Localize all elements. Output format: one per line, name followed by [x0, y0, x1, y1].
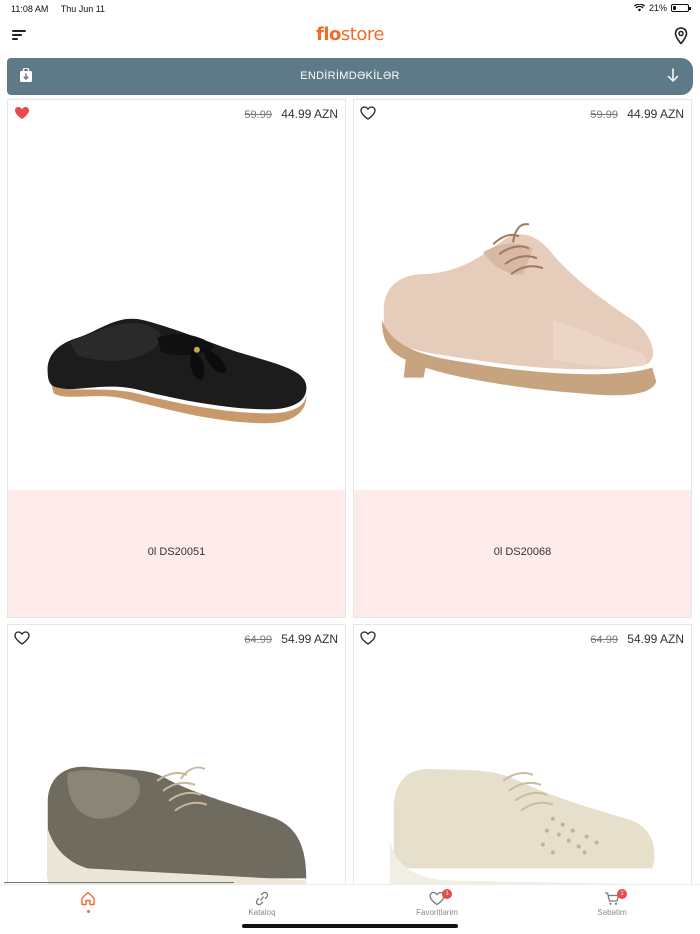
- flostore-logo[interactable]: flostore: [0, 24, 700, 45]
- current-price: 54.99 AZN: [627, 632, 684, 646]
- product-name-area: 0l DS20068: [354, 490, 691, 617]
- battery-icon: [671, 4, 691, 12]
- price-row: 64.99 54.99 AZN: [244, 632, 338, 646]
- favorite-heart-outline-icon[interactable]: [360, 631, 376, 645]
- home-icon: [81, 891, 95, 906]
- favorite-heart-icon[interactable]: [14, 106, 30, 120]
- nav-cart-label: Səbətim: [597, 908, 627, 917]
- cart-badge: 1: [617, 889, 627, 899]
- nav-home[interactable]: [28, 891, 148, 913]
- nav-favorites-label: Favoritlərim: [416, 908, 458, 917]
- old-price: 64.99: [244, 634, 272, 646]
- favorite-heart-outline-icon[interactable]: [360, 106, 376, 120]
- arrow-down-icon: [667, 68, 679, 83]
- nav-cart[interactable]: 1 Səbətim: [552, 889, 672, 917]
- link-icon: [255, 891, 269, 906]
- price-row: 59.99 44.99 AZN: [244, 107, 338, 121]
- home-indicator: [242, 924, 458, 928]
- product-name-area: 0l DS20051: [8, 490, 345, 617]
- product-name: 0l DS20068: [493, 546, 552, 558]
- product-name: 0l DS20051: [147, 546, 206, 558]
- app-header: flostore: [0, 18, 700, 54]
- status-bar: 11:08 AM Thu Jun 11 21%: [0, 0, 700, 18]
- discounts-banner[interactable]: ENDİRİMDƏKİLƏR: [7, 58, 693, 95]
- product-image-cream-sneaker: [389, 769, 655, 885]
- nav-catalog-label: Kataloq: [248, 908, 276, 917]
- price-row: 64.99 54.99 AZN: [590, 632, 684, 646]
- product-card[interactable]: 64.99 54.99 AZN: [353, 624, 692, 886]
- current-price: 44.99 AZN: [627, 107, 684, 121]
- old-price: 59.99: [244, 109, 272, 121]
- product-card[interactable]: 64.99 54.99 AZN: [7, 624, 346, 886]
- battery-percent: 21%: [648, 3, 667, 13]
- wifi-icon: [633, 4, 645, 12]
- active-dot: [86, 910, 90, 913]
- banner-title: ENDİRİMDƏKİLƏR: [300, 70, 400, 82]
- favorites-badge: 1: [442, 889, 452, 899]
- nav-favorites[interactable]: 1 Favoritlərim: [377, 889, 497, 917]
- product-image-black-loafer: [47, 318, 307, 424]
- location-pin-icon[interactable]: [674, 27, 688, 45]
- status-date: Thu Jun 11: [60, 4, 106, 14]
- old-price: 59.99: [590, 109, 618, 121]
- nav-catalog[interactable]: Kataloq: [202, 891, 322, 917]
- product-image-metallic-oxford: [47, 766, 307, 885]
- current-price: 54.99 AZN: [281, 632, 338, 646]
- scroll-indicator: [4, 882, 234, 883]
- old-price: 64.99: [590, 634, 618, 646]
- product-card[interactable]: 59.99 44.99 AZN 0l DS20051: [7, 99, 346, 618]
- current-price: 44.99 AZN: [281, 107, 338, 121]
- app-screen: 11:08 AM Thu Jun 11 21% flostore ENDİRİM…: [0, 0, 700, 934]
- favorite-heart-outline-icon[interactable]: [14, 631, 30, 645]
- price-row: 59.99 44.99 AZN: [590, 107, 684, 121]
- product-card[interactable]: 59.99 44.99 AZN 0l DS20068: [353, 99, 692, 618]
- product-image-beige-oxford: [381, 223, 657, 396]
- status-time: 11:08 AM: [11, 4, 49, 14]
